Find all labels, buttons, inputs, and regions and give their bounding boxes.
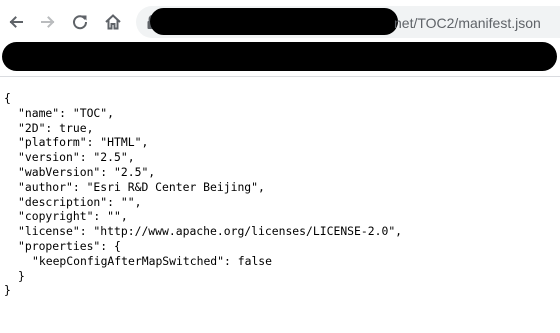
home-button[interactable]: [100, 9, 126, 35]
browser-toolbar: net/TOC2/manifest.json: [0, 0, 560, 44]
url-redaction: [150, 8, 398, 35]
json-open-brace: {: [4, 91, 11, 105]
json-line-version: "version": "2.5",: [18, 150, 135, 165]
back-button[interactable]: [3, 9, 29, 35]
home-icon: [105, 14, 121, 30]
json-line-author: "author": "Esri R&D Center Beijing",: [18, 179, 265, 194]
json-line-license: "license": "http://www.apache.org/licens…: [18, 224, 403, 239]
toolbar-divider: [0, 76, 560, 77]
reload-icon: [73, 15, 88, 30]
json-line-2d: "2D": true,: [18, 120, 94, 135]
json-viewer: { "name": "TOC", "2D": true, "platform":…: [4, 91, 402, 298]
json-close-brace: }: [4, 283, 11, 298]
reload-button[interactable]: [67, 9, 93, 35]
json-line-wab-version: "wabVersion": "2.5",: [18, 164, 156, 179]
json-line-platform: "platform": "HTML",: [18, 135, 149, 150]
arrow-left-icon: [9, 16, 23, 28]
json-line-keep-config: "keepConfigAfterMapSwitched": false: [32, 253, 273, 268]
forward-button[interactable]: [35, 9, 61, 35]
json-close-properties: }: [18, 268, 25, 283]
json-line-name: "name": "TOC",: [18, 105, 115, 120]
arrow-right-icon: [41, 16, 55, 28]
json-line-properties: "properties": {: [18, 238, 121, 253]
bookmarks-bar-redaction: [2, 42, 557, 71]
url-text[interactable]: net/TOC2/manifest.json: [394, 14, 541, 32]
json-line-description: "description": "",: [18, 194, 142, 209]
json-line-copyright: "copyright": "",: [18, 209, 128, 224]
